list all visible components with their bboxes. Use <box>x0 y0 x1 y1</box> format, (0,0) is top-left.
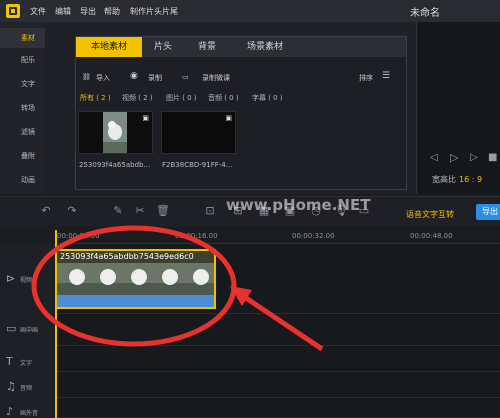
tab-intro[interactable]: 片头 <box>142 37 184 57</box>
filter-subtitle[interactable]: 字幕 ( 0 ) <box>252 93 283 103</box>
preview-panel: ◁ ▷ ▷ ■ <box>418 22 500 194</box>
app-logo <box>6 4 20 18</box>
record-icon: ◉ <box>130 71 138 81</box>
document-title: 未命名 <box>410 8 440 19</box>
sidebar-item-overlay[interactable]: 叠附 <box>0 146 45 166</box>
menu-intro-outro[interactable]: 制作片头片尾 <box>130 6 178 17</box>
media-thumbnail[interactable]: ▣ <box>78 111 153 154</box>
speech-text-button[interactable]: 语音文字互转 <box>406 209 454 220</box>
thumbnail-name: F2B38CBD-91FF-4... <box>162 161 233 169</box>
sidebar-item-media[interactable]: 素材 <box>0 28 45 48</box>
tab-scene-media[interactable]: 场景素材 <box>232 37 298 57</box>
video-type-icon: ▣ <box>225 114 232 122</box>
menu-help[interactable]: 帮助 <box>104 6 120 17</box>
sort-button[interactable]: 排序 <box>359 73 373 83</box>
sidebar-item-music[interactable]: 配乐 <box>0 50 45 70</box>
aspect-ratio-label: 宽高比 <box>432 175 456 184</box>
aspect-ratio-value: 16 : 9 <box>459 175 483 184</box>
next-frame-icon[interactable]: ▷ <box>470 152 478 163</box>
media-area: 本地素材 片头 背景 场景素材 ⛓ 导入 ◉ 录制 ▭ 录制微课 排序 ☰ 所有… <box>45 22 417 194</box>
stop-icon[interactable]: ■ <box>488 152 497 163</box>
prev-frame-icon[interactable]: ◁ <box>430 152 438 163</box>
play-icon[interactable]: ▷ <box>450 151 458 164</box>
annotation-circle <box>31 225 237 347</box>
tab-local-media[interactable]: 本地素材 <box>76 37 142 57</box>
menu-edit[interactable]: 编辑 <box>55 6 71 17</box>
ruler-tick: 00:00:48.00 <box>410 232 453 240</box>
puppy-image <box>79 112 152 153</box>
screen-record-icon: ▭ <box>182 73 189 81</box>
tab-background[interactable]: 背景 <box>186 37 228 57</box>
media-panel: 本地素材 片头 背景 场景素材 ⛓ 导入 ◉ 录制 ▭ 录制微课 排序 ☰ 所有… <box>75 36 407 190</box>
thumbnail-name: 253093f4a65abdb... <box>79 161 151 169</box>
annotation-arrow <box>238 291 324 352</box>
video-icon: ⊳ <box>6 272 16 285</box>
sidebar: 素材 配乐 文字 转场 滤镜 叠附 动画 <box>0 22 45 194</box>
menu-export[interactable]: 导出 <box>80 6 96 17</box>
media-thumbnail[interactable]: ▣ <box>161 111 236 154</box>
sidebar-item-filter[interactable]: 滤镜 <box>0 122 45 142</box>
menu-file[interactable]: 文件 <box>30 6 46 17</box>
filter-audio[interactable]: 音频 ( 0 ) <box>208 93 239 103</box>
sidebar-item-animation[interactable]: 动画 <box>0 170 45 190</box>
import-button[interactable]: 导入 <box>96 73 110 83</box>
pip-icon: ▭ <box>6 322 17 335</box>
sidebar-item-text[interactable]: 文字 <box>0 74 45 94</box>
music-icon: ♫ <box>6 380 16 393</box>
aspect-ratio[interactable]: 宽高比 16 : 9 <box>432 174 482 185</box>
link-icon: ⛓ <box>82 73 91 81</box>
watermark: www.pHome.NET <box>226 196 371 214</box>
title-bar: 文件 编辑 导出 帮助 制作片头片尾 未命名 <box>0 0 500 22</box>
export-button[interactable]: 导出 <box>476 204 500 220</box>
record-button[interactable]: 录制 <box>148 73 162 83</box>
filter-video[interactable]: 视频 ( 2 ) <box>122 93 153 103</box>
record-course-button[interactable]: 录制微课 <box>202 73 230 83</box>
text-icon: T <box>6 355 13 368</box>
annotation-overlay <box>31 225 324 352</box>
video-type-icon: ▣ <box>142 114 149 122</box>
sidebar-item-transition[interactable]: 转场 <box>0 98 45 118</box>
filter-all[interactable]: 所有 ( 2 ) <box>80 93 111 103</box>
list-icon[interactable]: ☰ <box>382 71 390 81</box>
voiceover-track-icon: ♪ <box>6 405 14 418</box>
media-tabs: 本地素材 片头 背景 场景素材 <box>76 37 406 57</box>
filter-image[interactable]: 图片 ( 0 ) <box>166 93 197 103</box>
